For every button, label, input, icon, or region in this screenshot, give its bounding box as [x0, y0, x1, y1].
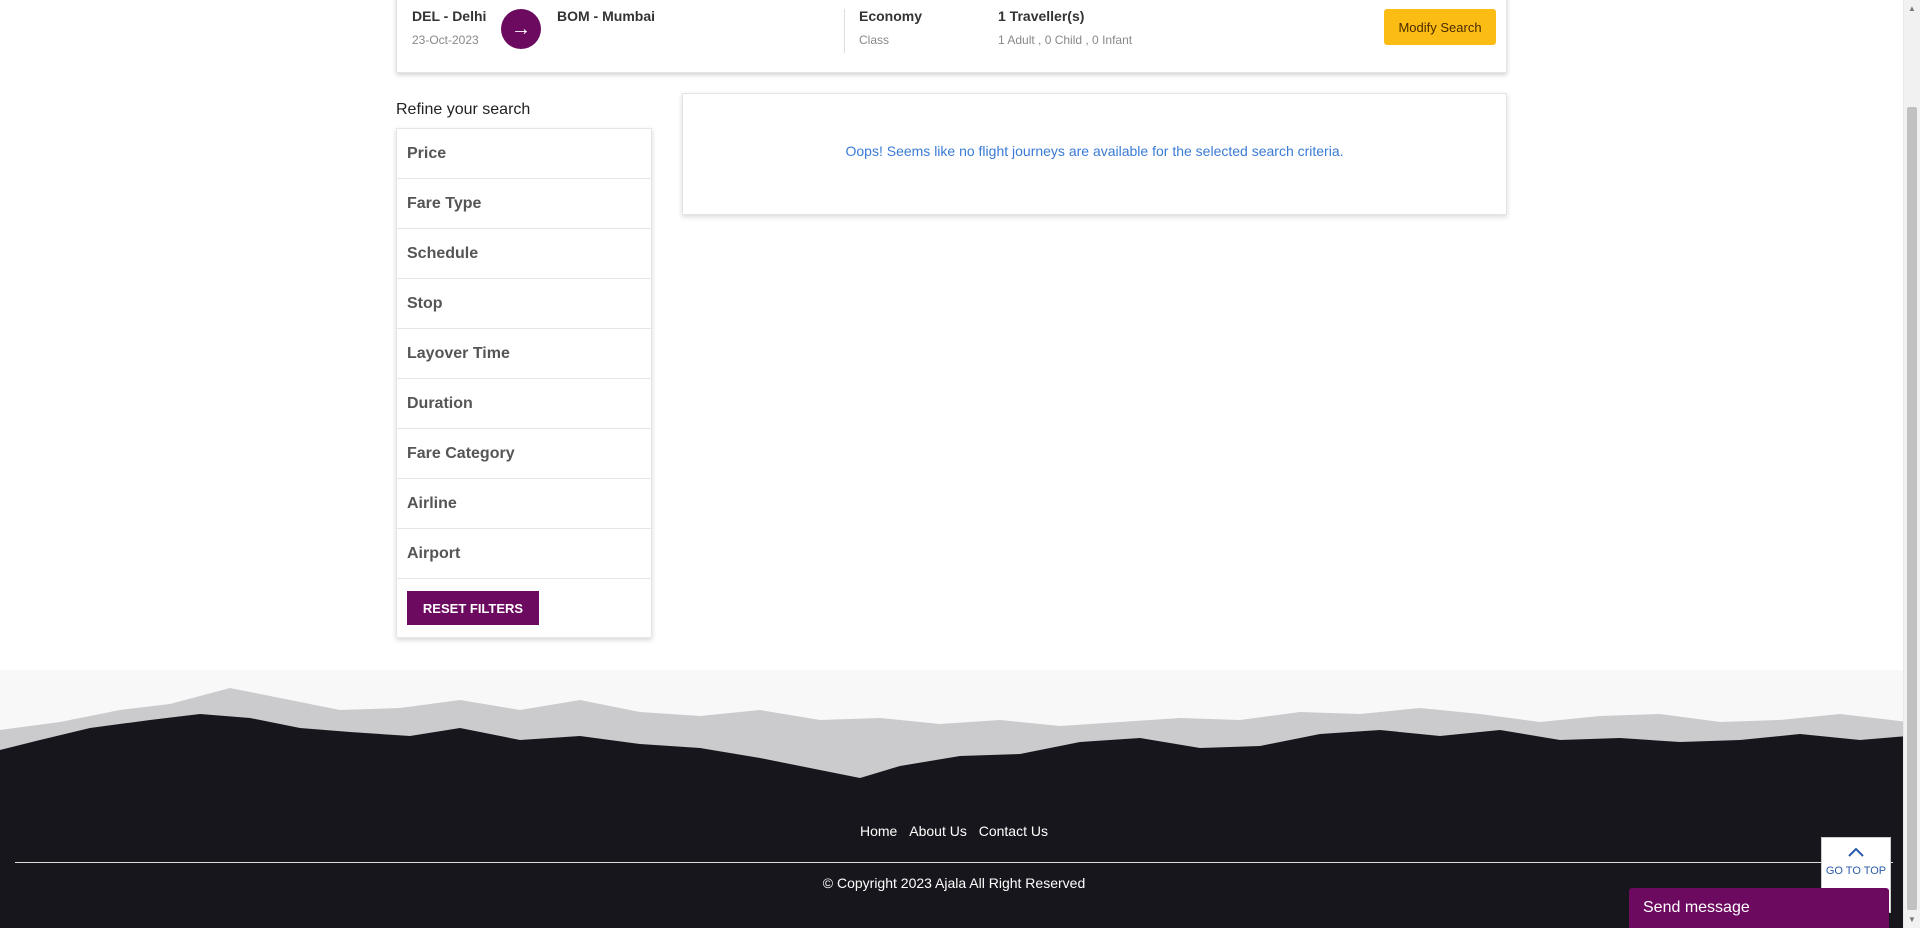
origin-block: DEL - Delhi 23-Oct-2023: [412, 8, 486, 47]
footer-links: Home About Us Contact Us: [0, 823, 1908, 839]
travellers-breakdown: 1 Adult , 0 Child , 0 Infant: [998, 33, 1133, 47]
footer-mountain-graphic: [0, 670, 1908, 810]
reset-filters-button[interactable]: RESET FILTERS: [407, 591, 539, 625]
filter-layover-time[interactable]: Layover Time: [397, 329, 651, 379]
summary-divider: [844, 9, 845, 53]
chevron-up-icon: [1822, 842, 1890, 863]
send-message-chat-button[interactable]: Send message: [1629, 888, 1889, 928]
filter-schedule[interactable]: Schedule: [397, 229, 651, 279]
class-block: Economy Class: [859, 8, 922, 47]
filter-footer: RESET FILTERS: [397, 579, 651, 637]
destination-city: BOM - Mumbai: [557, 8, 655, 24]
travellers-count: 1 Traveller(s): [998, 8, 1085, 24]
scroll-up-icon[interactable]: ▲: [1904, 0, 1920, 17]
origin-city: DEL - Delhi: [412, 8, 487, 24]
filter-fare-type[interactable]: Fare Type: [397, 179, 651, 229]
footer-divider: [15, 862, 1893, 863]
filter-price[interactable]: Price: [397, 129, 651, 179]
class-value: Economy: [859, 8, 923, 24]
filter-fare-category[interactable]: Fare Category: [397, 429, 651, 479]
filter-panel: Price Fare Type Schedule Stop Layover Ti…: [396, 128, 652, 638]
travellers-block: 1 Traveller(s) 1 Adult , 0 Child , 0 Inf…: [998, 8, 1132, 47]
results-panel: Oops! Seems like no flight journeys are …: [682, 93, 1507, 215]
no-results-message: Oops! Seems like no flight journeys are …: [845, 143, 1344, 159]
filter-stop[interactable]: Stop: [397, 279, 651, 329]
search-summary-card: DEL - Delhi 23-Oct-2023 → BOM - Mumbai E…: [396, 0, 1507, 73]
footer-link-contact[interactable]: Contact Us: [979, 823, 1048, 839]
filter-duration[interactable]: Duration: [397, 379, 651, 429]
site-footer: Home About Us Contact Us © Copyright 202…: [0, 790, 1908, 928]
footer-link-about[interactable]: About Us: [909, 823, 967, 839]
arrow-right-icon: →: [501, 9, 541, 49]
go-to-top-label: GO TO TOP: [1825, 865, 1887, 877]
page-scrollbar[interactable]: ▲ ▼: [1903, 0, 1920, 928]
copyright-text: © Copyright 2023 Ajala All Right Reserve…: [822, 875, 1086, 891]
refine-title: Refine your search: [396, 101, 531, 118]
scroll-down-icon[interactable]: ▼: [1904, 911, 1920, 928]
modify-search-button[interactable]: Modify Search: [1384, 9, 1496, 45]
footer-link-home[interactable]: Home: [860, 823, 897, 839]
filter-airport[interactable]: Airport: [397, 529, 651, 579]
scroll-thumb[interactable]: [1907, 107, 1917, 910]
filter-airline[interactable]: Airline: [397, 479, 651, 529]
departure-date: 23-Oct-2023: [412, 33, 479, 47]
class-caption: Class: [859, 33, 890, 47]
